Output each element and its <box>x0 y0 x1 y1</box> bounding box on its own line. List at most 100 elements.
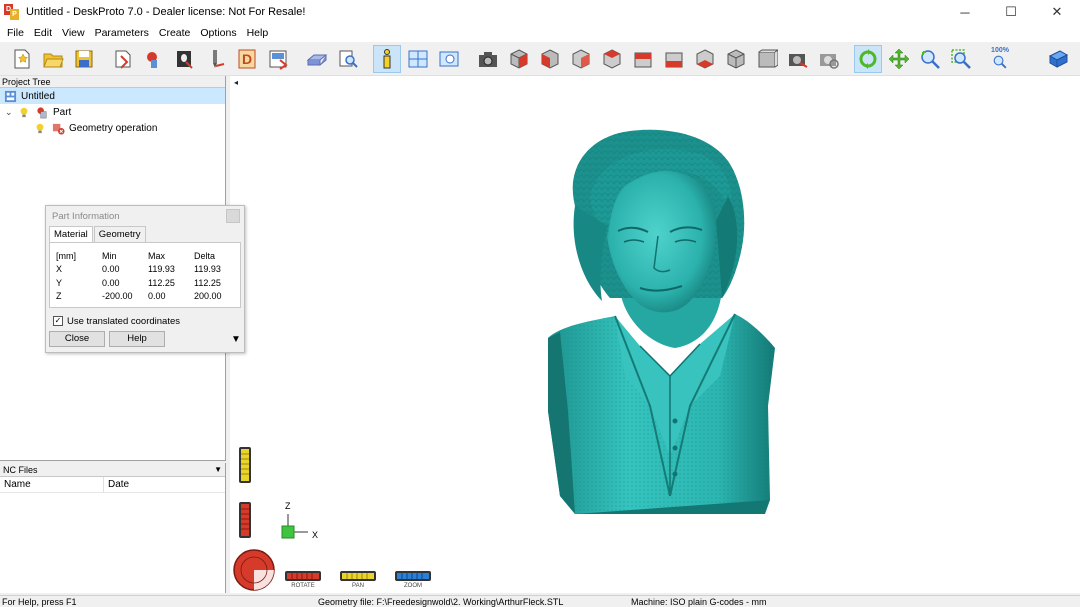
tree-item-untitled[interactable]: Untitled <box>0 88 225 104</box>
view-iso-button[interactable] <box>505 45 533 73</box>
pan-horizontal-slider[interactable] <box>339 570 377 582</box>
tab-material[interactable]: Material <box>49 226 93 242</box>
zoom-slider-yellow[interactable] <box>238 446 252 484</box>
screen-zoom-icon <box>439 51 459 66</box>
view-top-button[interactable] <box>660 45 688 73</box>
cube-bottom-icon <box>696 48 714 69</box>
rotate-mode-button[interactable] <box>854 44 882 73</box>
rotate-label: ROTATE <box>291 583 315 589</box>
zoom-horizontal-slider[interactable] <box>394 570 432 582</box>
write-nc-button[interactable] <box>264 45 292 73</box>
help-book-button[interactable] <box>1044 45 1072 73</box>
camera-view-button[interactable] <box>474 45 502 73</box>
header-unit: [mm] <box>56 250 76 261</box>
zoom-window-button[interactable] <box>947 45 975 73</box>
zoom-mode-button[interactable] <box>916 45 944 73</box>
pan-arrows-icon <box>888 48 910 69</box>
z-max: 0.00 <box>148 291 166 302</box>
cube-front-icon <box>541 48 559 69</box>
3d-viewport[interactable]: Z X ROTATE PAN ZOOM <box>230 76 1080 593</box>
part-icon <box>35 105 49 119</box>
dialog-close-box[interactable] <box>226 209 240 223</box>
column-date[interactable]: Date <box>104 477 224 493</box>
window-grid-icon <box>408 50 428 67</box>
column-name[interactable]: Name <box>0 476 104 493</box>
view-back-button[interactable] <box>567 45 595 73</box>
reset-view-button[interactable] <box>784 45 812 73</box>
new-file-icon <box>14 49 30 68</box>
tool-parameters-button[interactable] <box>202 45 230 73</box>
view-front-button[interactable] <box>536 45 564 73</box>
menu-file[interactable]: File <box>2 27 29 39</box>
status-bar: For Help, press F1 Geometry file: F:\Fre… <box>0 595 1080 607</box>
tab-geometry[interactable]: Geometry <box>93 226 146 242</box>
tree-label-part: Part <box>53 106 72 118</box>
zoom-100-button[interactable]: 100% <box>986 45 1014 73</box>
save-project-button[interactable] <box>70 45 98 73</box>
design-button[interactable]: D <box>233 45 261 73</box>
info-icon <box>383 48 391 68</box>
collapse-chevron-icon[interactable]: ⌄ <box>5 107 17 118</box>
dialog-tabs: Material Geometry <box>49 226 244 242</box>
cube-top-icon <box>665 52 683 67</box>
preview-button[interactable] <box>334 45 362 73</box>
table-row: X 0.00 119.93 119.93 <box>56 263 240 277</box>
view-right-button[interactable] <box>629 45 657 73</box>
view-bottom-button[interactable] <box>691 45 719 73</box>
bitmap-icon <box>177 50 193 69</box>
menu-options[interactable]: Options <box>195 27 241 39</box>
dropdown-arrow-icon[interactable]: ▼ <box>214 465 222 474</box>
dialog-title: Part Information <box>52 210 120 222</box>
menu-edit[interactable]: Edit <box>29 27 57 39</box>
collapse-panel-arrow[interactable]: ◂ <box>234 78 238 87</box>
minimize-button[interactable]: ─ <box>942 0 988 24</box>
redraw-view-button[interactable] <box>815 45 843 73</box>
screen-capture-button[interactable] <box>435 45 463 73</box>
translated-coordinates-checkbox[interactable]: ✓ <box>53 316 63 326</box>
dialog-buttons: Close Help ▼ <box>49 331 244 347</box>
toolpath-display-button[interactable] <box>303 45 331 73</box>
cube-left-icon <box>603 48 621 69</box>
project-tree-header: Project Tree <box>0 76 225 88</box>
close-button[interactable]: ✕ <box>1034 0 1080 24</box>
header-min: Min <box>102 250 117 261</box>
menu-parameters[interactable]: Parameters <box>90 27 154 39</box>
y-max: 112.25 <box>148 277 175 288</box>
part-information-dialog: Part Information Material Geometry [mm] … <box>45 205 245 353</box>
tree-item-part[interactable]: ⌄ Part <box>0 104 225 120</box>
title-bar: D P Untitled - DeskProto 7.0 - Dealer li… <box>0 0 1080 24</box>
status-help: For Help, press F1 <box>2 597 77 607</box>
maximize-button[interactable]: ☐ <box>988 0 1034 24</box>
z-min: -200.00 <box>102 291 133 302</box>
tree-label-untitled: Untitled <box>21 90 55 102</box>
axis-x: X <box>56 264 63 275</box>
part-parameters-button[interactable] <box>140 45 168 73</box>
menu-help[interactable]: Help <box>242 27 274 39</box>
rotate-dial[interactable] <box>232 548 276 592</box>
magnifier-doc-icon <box>339 50 358 68</box>
tree-label-geometry-operation: Geometry operation <box>69 122 158 134</box>
window-layout-button[interactable] <box>404 45 432 73</box>
help-button[interactable]: Help <box>109 331 165 347</box>
menu-view[interactable]: View <box>57 27 90 39</box>
view-box-button[interactable] <box>753 45 781 73</box>
menu-create[interactable]: Create <box>154 27 196 39</box>
dialog-title-bar[interactable]: Part Information <box>46 206 244 226</box>
new-project-button[interactable] <box>8 45 36 73</box>
rotate-slider-red[interactable] <box>238 501 252 539</box>
lightbulb-icon[interactable] <box>33 121 47 135</box>
bitmap-import-button[interactable] <box>171 45 199 73</box>
project-icon <box>3 89 17 103</box>
pan-mode-button[interactable] <box>885 45 913 73</box>
help-book-icon <box>1048 49 1069 68</box>
import-geometry-button[interactable] <box>109 45 137 73</box>
open-project-button[interactable] <box>39 45 67 73</box>
view-gray-cube-button[interactable] <box>722 45 750 73</box>
part-info-button[interactable] <box>373 44 401 73</box>
close-button[interactable]: Close <box>49 331 105 347</box>
rotate-horizontal-slider[interactable] <box>284 570 322 582</box>
lightbulb-icon[interactable] <box>17 105 31 119</box>
view-left-button[interactable] <box>598 45 626 73</box>
expand-arrow-icon[interactable]: ▼ <box>231 334 241 345</box>
tree-item-geometry-operation[interactable]: Geometry operation <box>0 120 225 136</box>
